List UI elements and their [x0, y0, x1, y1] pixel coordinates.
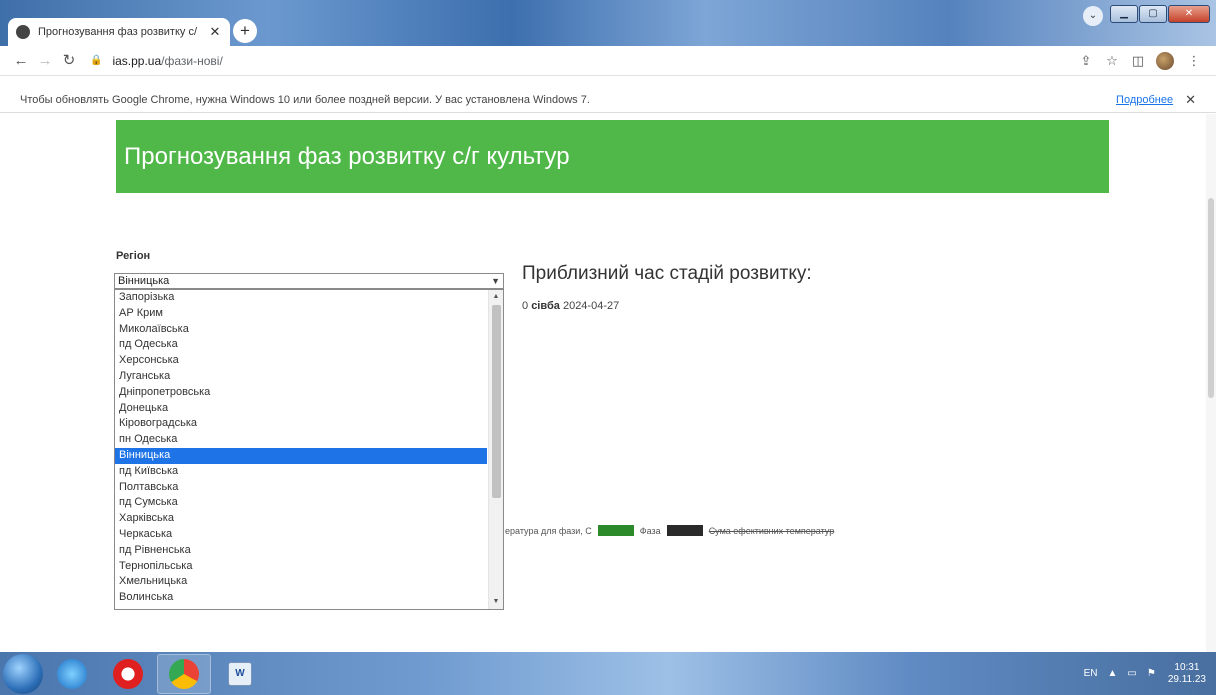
tab-search-icon[interactable]: ⌄	[1083, 6, 1103, 26]
url-path: /фази-нові/	[161, 53, 223, 68]
region-select[interactable]: Вінницька ▼	[114, 273, 504, 289]
update-infobar: Чтобы обновлять Google Chrome, нужна Win…	[0, 87, 1216, 113]
stage-name: сівба	[531, 300, 560, 312]
back-icon[interactable]: ←	[10, 50, 32, 72]
share-icon[interactable]: ⇪	[1074, 50, 1098, 72]
browser-tab[interactable]: Прогнозування фаз розвитку с/ ✕	[8, 18, 230, 46]
region-option[interactable]: Херсонська	[115, 353, 503, 369]
reload-icon[interactable]: ↻	[58, 50, 80, 72]
stage-row: 0 сівба 2024-04-27	[522, 300, 619, 312]
start-button[interactable]	[3, 653, 43, 694]
region-option[interactable]: пн Одеська	[115, 432, 503, 448]
url-host: ias.pp.ua	[112, 53, 162, 68]
region-option[interactable]: Донецька	[115, 401, 503, 417]
infobar-details-link[interactable]: Подробнее	[1116, 94, 1173, 106]
chrome-icon	[169, 658, 199, 689]
clock[interactable]: 10:31 29.11.23	[1168, 662, 1206, 686]
dropdown-scrollbar[interactable]: ▲ ▼	[488, 290, 503, 609]
region-option[interactable]: Запорізька	[115, 290, 503, 306]
tab-title: Прогнозування фаз розвитку с/	[38, 26, 198, 38]
scrollbar-thumb[interactable]	[492, 305, 501, 498]
scroll-up-icon[interactable]: ▲	[489, 290, 503, 304]
globe-icon	[16, 25, 30, 39]
window-controls: ⌄ ▁ ▢ ✕	[1083, 2, 1210, 26]
region-option[interactable]: Волинська	[115, 590, 503, 606]
region-dropdown-list[interactable]: Запорізька АР Крим Миколаївська пд Одеська Х…	[114, 289, 504, 610]
minimize-button[interactable]: ▁	[1110, 5, 1138, 23]
scroll-down-icon[interactable]: ▼	[489, 595, 503, 609]
region-option[interactable]: Черкаська	[115, 527, 503, 543]
bookmark-star-icon[interactable]: ☆	[1100, 50, 1124, 72]
chevron-down-icon: ▼	[491, 276, 500, 286]
page-title: Прогнозування фаз розвитку с/г культур	[124, 142, 570, 170]
region-option[interactable]: АР Крим	[115, 306, 503, 322]
region-option[interactable]: пд Одеська	[115, 337, 503, 353]
browser-toolbar: ← → ↻ 🔒 ias.pp.ua /фази-нові/ ⇪ ☆ ◫ ⋮	[0, 46, 1216, 76]
legend-temperature-label: ература для фази, С	[505, 525, 592, 536]
region-option[interactable]: пд Сумська	[115, 495, 503, 511]
stage-date: 2024-04-27	[562, 300, 620, 312]
region-option[interactable]: Луганська	[115, 369, 503, 385]
chart-legend: ература для фази, С Фаза Сума ефективних…	[505, 525, 834, 536]
region-options: Запорізька АР Крим Миколаївська пд Одеська Х…	[115, 290, 503, 606]
region-option[interactable]: Тернопільська	[115, 559, 503, 575]
infobar-close-icon[interactable]: ✕	[1185, 92, 1196, 108]
legend-phase-label: Фаза	[639, 525, 661, 536]
word-icon: W	[228, 661, 252, 686]
address-bar[interactable]: 🔒 ias.pp.ua /фази-нові/	[90, 49, 1072, 73]
flag-icon[interactable]: ⚑	[1147, 668, 1156, 679]
region-option[interactable]: Хмельницька	[115, 574, 503, 590]
close-window-button[interactable]: ✕	[1168, 5, 1210, 23]
clock-time: 10:31	[1174, 661, 1200, 673]
forward-icon[interactable]: →	[34, 50, 56, 72]
internet-explorer-icon	[57, 658, 87, 689]
region-option[interactable]: Миколаївська	[115, 322, 503, 338]
side-panel-icon[interactable]: ◫	[1126, 50, 1150, 72]
region-option[interactable]: пд Рівненська	[115, 543, 503, 559]
legend-phase-swatch	[597, 525, 634, 536]
opera-icon	[113, 658, 143, 689]
legend-sum-label: Сума ефективних температур	[708, 525, 835, 536]
stages-heading: Приблизний час стадій розвитку:	[522, 263, 812, 284]
lock-icon[interactable]: 🔒	[90, 55, 102, 66]
new-tab-button[interactable]: +	[233, 19, 257, 43]
taskbar-word[interactable]: W	[213, 654, 267, 694]
infobar-message: Чтобы обновлять Google Chrome, нужна Win…	[20, 93, 590, 106]
page-scrollbar-thumb[interactable]	[1208, 198, 1214, 398]
legend-sum-swatch	[666, 525, 703, 536]
region-option[interactable]: Полтавська	[115, 480, 503, 496]
system-tray: EN ▲ ▭ ⚑ 10:31 29.11.23	[1074, 662, 1216, 686]
network-icon[interactable]: ▭	[1127, 668, 1136, 679]
menu-kebab-icon[interactable]: ⋮	[1182, 50, 1206, 72]
tab-close-icon[interactable]: ✕	[208, 24, 222, 40]
region-option[interactable]: Вінницька	[115, 447, 487, 464]
clock-date: 29.11.23	[1167, 673, 1206, 685]
windows-taskbar: W EN ▲ ▭ ⚑ 10:31 29.11.23	[0, 652, 1216, 695]
region-option[interactable]: пд Київська	[115, 464, 503, 480]
profile-avatar[interactable]	[1156, 51, 1174, 70]
maximize-button[interactable]: ▢	[1139, 5, 1167, 23]
tray-arrow-icon[interactable]: ▲	[1107, 668, 1117, 679]
region-select-value: Вінницька	[118, 275, 170, 287]
language-indicator[interactable]: EN	[1084, 668, 1098, 679]
stage-index: 0	[522, 300, 529, 312]
taskbar-ie[interactable]	[45, 654, 99, 694]
page-scrollbar[interactable]	[1206, 114, 1216, 652]
region-option[interactable]: Харківська	[115, 511, 503, 527]
browser-tab-strip: Прогнозування фаз розвитку с/ ✕ + ⌄ ▁ ▢ …	[0, 0, 1216, 46]
taskbar-opera[interactable]	[101, 654, 155, 694]
region-label: Регіон	[116, 250, 151, 262]
region-option[interactable]: Кіровоградська	[115, 416, 503, 432]
page-header-banner: Прогнозування фаз розвитку с/г культур	[116, 120, 1109, 193]
region-option[interactable]: Дніпропетровська	[115, 385, 503, 401]
taskbar-chrome[interactable]	[157, 653, 211, 694]
